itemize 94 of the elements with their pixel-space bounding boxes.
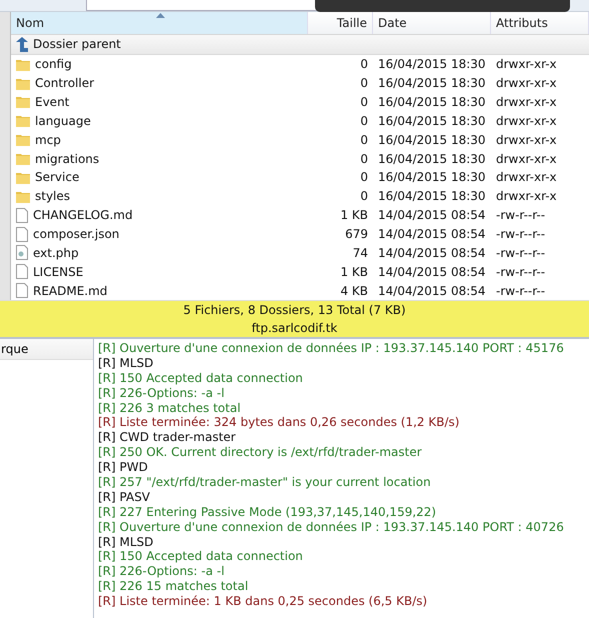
file-attributes: -rw-r--r-- — [495, 227, 546, 242]
path-field[interactable] — [86, 0, 318, 11]
log-line: [R] 226 15 matches total — [98, 579, 250, 594]
log-line: [R] Liste terminée: 1 KB dans 0,25 secondes (6,5 KB/s) — [98, 594, 428, 610]
file-attributes: -rw-r--r-- — [495, 246, 546, 260]
file-attributes: -rw-r--r-- — [495, 284, 546, 298]
file-name[interactable]: Service — [35, 170, 80, 184]
file-date: 16/04/2015 18:30 — [377, 132, 487, 147]
log-line: [R] MLSD — [98, 356, 154, 371]
file-name[interactable]: config — [35, 57, 72, 72]
log-line: [R] 226-Options: -a -l — [98, 564, 226, 580]
file-attributes: drwxr-xr-x — [495, 57, 558, 72]
file-attributes: drwxr-xr-x — [495, 76, 558, 90]
file-icon — [16, 264, 28, 280]
file-name[interactable]: styles — [35, 189, 70, 204]
folder-icon — [16, 76, 30, 90]
side-list-item[interactable]: rque — [0, 339, 93, 360]
log-line: [R] 227 Entering Passive Mode (193,37,145,140,159,22) — [98, 504, 438, 520]
file-size: 0 — [359, 170, 369, 184]
file-size: 1 KB — [339, 208, 369, 222]
sort-arrow-icon — [156, 13, 165, 18]
file-icon — [16, 226, 28, 242]
file-size: 0 — [359, 76, 369, 90]
file-name[interactable]: README.md — [33, 284, 108, 298]
column-header[interactable]: Taille — [308, 12, 373, 34]
status-summary: 5 Fichiers, 8 Dossiers, 13 Total (7 KB) — [183, 302, 406, 319]
file-size: 74 — [352, 246, 369, 260]
file-size: 4 KB — [339, 284, 369, 298]
up-arrow-icon — [15, 36, 29, 52]
folder-icon — [16, 170, 30, 184]
folder-icon — [16, 190, 30, 203]
folder-icon — [16, 95, 30, 108]
file-date: 14/04/2015 08:54 — [377, 208, 487, 222]
folder-icon — [16, 133, 30, 146]
folder-icon — [16, 152, 30, 166]
file-attributes: -rw-r--r-- — [495, 208, 546, 222]
log-line: [R] MLSD — [98, 534, 154, 550]
file-size: 679 — [344, 227, 369, 242]
file-name[interactable]: CHANGELOG.md — [33, 208, 133, 222]
file-name[interactable]: composer.json — [33, 227, 120, 242]
status-host: ftp.sarlcodif.tk — [252, 320, 338, 337]
file-attributes: -rw-r--r-- — [495, 264, 546, 279]
file-size: 0 — [359, 114, 369, 128]
file-date: 16/04/2015 18:30 — [377, 170, 487, 184]
file-size: 0 — [359, 57, 369, 72]
file-attributes: drwxr-xr-x — [495, 114, 558, 128]
file-attributes: drwxr-xr-x — [495, 189, 558, 204]
file-name[interactable]: ext.php — [33, 246, 79, 260]
file-date: 16/04/2015 18:30 — [377, 57, 487, 72]
log-line: [R] PWD — [98, 460, 149, 476]
log-line: [R] CWD trader-master — [98, 430, 237, 446]
file-date: 14/04/2015 08:54 — [377, 227, 487, 242]
parent-folder-label: Dossier parent — [33, 37, 121, 52]
file-attributes: drwxr-xr-x — [495, 152, 558, 166]
file-attributes: drwxr-xr-x — [495, 170, 558, 184]
file-date: 14/04/2015 08:54 — [377, 264, 487, 279]
column-header[interactable]: Attributs — [491, 12, 589, 34]
file-size: 0 — [359, 152, 369, 166]
folder-icon — [16, 58, 30, 71]
log-line: [R] 250 OK. Current directory is /ext/rfd/trader-master — [98, 445, 423, 460]
file-name[interactable]: Event — [35, 94, 70, 109]
file-name[interactable]: language — [35, 114, 91, 128]
log-line: [R] 150 Accepted data connection — [98, 370, 304, 386]
file-attributes: drwxr-xr-x — [495, 94, 558, 109]
file-size: 0 — [359, 94, 369, 109]
log-line: [R] PASV — [98, 490, 152, 505]
file-size: 0 — [359, 132, 369, 147]
file-date: 16/04/2015 18:30 — [377, 94, 487, 109]
log-line: [R] 226 3 matches total — [98, 400, 242, 416]
file-name[interactable]: mcp — [35, 132, 61, 147]
log-line: [R] Liste terminée: 324 bytes dans 0,26 secondes (1,2 KB/s) — [98, 415, 460, 430]
log-line: [R] 150 Accepted data connection — [98, 549, 304, 564]
parent-folder-row[interactable]: Dossier parent — [11, 34, 589, 55]
log-line: [R] Ouverture d'une connexion de données IP : 193.37.145.140 PORT : 45176 — [98, 341, 565, 356]
file-date: 16/04/2015 18:30 — [377, 114, 487, 128]
file-name[interactable]: Controller — [35, 76, 94, 90]
file-size: 0 — [359, 189, 369, 204]
folder-icon — [16, 114, 30, 128]
file-date: 16/04/2015 18:30 — [377, 189, 487, 204]
file-date: 16/04/2015 18:30 — [377, 76, 487, 90]
file-name[interactable]: LICENSE — [33, 264, 84, 279]
log-line: [R] 226-Options: -a -l — [98, 386, 226, 401]
file-date: 16/04/2015 18:30 — [377, 152, 487, 166]
file-name[interactable]: migrations — [35, 152, 100, 166]
column-header[interactable]: Date — [373, 12, 491, 34]
log-line: [R] Ouverture d'une connexion de données IP : 193.37.145.140 PORT : 40726 — [98, 520, 565, 535]
script-file-icon — [16, 245, 28, 260]
file-date: 14/04/2015 08:54 — [377, 284, 487, 298]
file-size: 1 KB — [339, 264, 369, 279]
file-date: 14/04/2015 08:54 — [377, 246, 487, 260]
log-line: [R] 257 "/ext/rfd/trader-master" is your current location — [98, 475, 432, 490]
column-header[interactable]: Nom — [11, 12, 308, 34]
file-icon — [16, 208, 28, 223]
file-attributes: drwxr-xr-x — [495, 132, 558, 147]
